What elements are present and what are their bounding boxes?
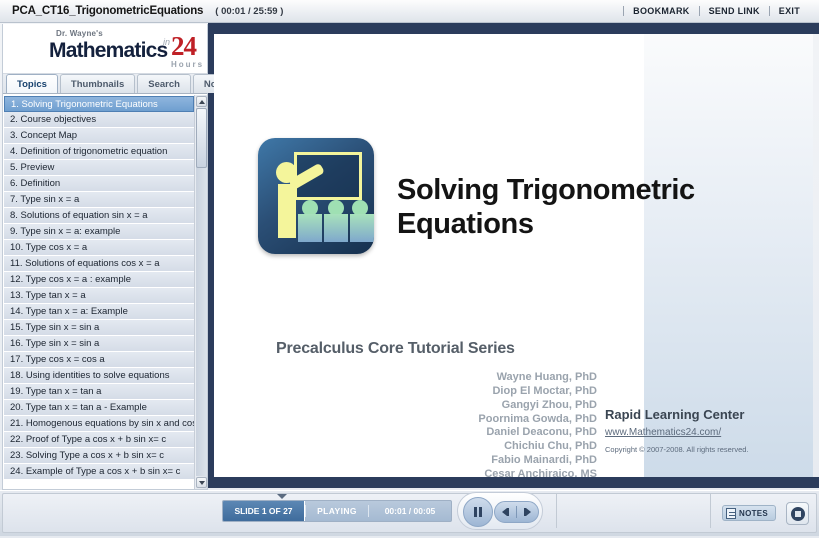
topic-list[interactable]: 1. Solving Trigonometric Equations 2. Cou…: [3, 95, 194, 489]
tab-search[interactable]: Search: [137, 74, 191, 93]
slide-canvas: Solving Trigonometric Equations Precalcu…: [214, 34, 813, 477]
logo-in-word: in: [163, 37, 171, 47]
fullscreen-icon: [790, 506, 805, 521]
topic-item[interactable]: 18. Using identities to solve equations: [4, 368, 194, 384]
step-back-button[interactable]: [495, 502, 516, 522]
topic-item[interactable]: 8. Solutions of equation sin x = a: [4, 208, 194, 224]
player-window: PCA_CT16_TrigonometricEquations ( 00:01 …: [0, 0, 819, 538]
scroll-up-button[interactable]: [196, 96, 207, 107]
progress-marker-icon: [277, 494, 287, 499]
author-name: Cesar Anchiraico, MS: [484, 468, 597, 477]
slide-time: 00:01 / 00:05: [384, 506, 436, 516]
topic-item[interactable]: 2. Course objectives: [4, 112, 194, 128]
topic-item[interactable]: 1. Solving Trigonometric Equations: [4, 96, 194, 112]
author-name: Chichiu Chu, PhD: [504, 440, 597, 453]
logo-title: Mathematics: [49, 39, 168, 62]
student-body-icon: [350, 214, 374, 242]
fullscreen-button[interactable]: [786, 502, 809, 525]
topic-item[interactable]: 3. Concept Map: [4, 128, 194, 144]
logo-number: 24: [171, 31, 197, 61]
topic-item[interactable]: 24. Example of Type a cos x + b sin x= c: [4, 464, 194, 480]
panel-tabs: Topics Thumbnails Search Notes: [3, 74, 242, 94]
topic-item[interactable]: 5. Preview: [4, 160, 194, 176]
classroom-icon: [258, 138, 374, 254]
teacher-body-icon: [278, 184, 296, 238]
topic-item[interactable]: 10. Type cos x = a: [4, 240, 194, 256]
toolbar-divider: [556, 494, 557, 528]
author-name: Gangyi Zhou, PhD: [501, 398, 597, 411]
title-bar: PCA_CT16_TrigonometricEquations ( 00:01 …: [0, 0, 819, 23]
topic-item[interactable]: 7. Type sin x = a: [4, 192, 194, 208]
topic-item[interactable]: 19. Type tan x = tan a: [4, 384, 194, 400]
author-list: Wayne Huang, PhD Diop El Moctar, PhD Gangy…: [414, 371, 597, 477]
topic-item[interactable]: 9. Type sin x = a: example: [4, 224, 194, 240]
navigation-panel: Dr. Wayne's Mathematics in 24 Hours Topi…: [2, 24, 242, 490]
title-bar-left: PCA_CT16_TrigonometricEquations ( 00:01 …: [0, 5, 283, 17]
author-name: Fabio Mainardi, PhD: [491, 454, 597, 467]
playback-status-bar: SLIDE 1 OF 27 PLAYING 00:01 / 00:05: [222, 500, 452, 522]
logo-hours: Hours: [171, 60, 205, 69]
scrollbar-thumb[interactable]: [196, 108, 207, 168]
slide-frame-bottom: [208, 477, 819, 488]
topic-item[interactable]: 23. Solving Type a cos x + b sin x= c: [4, 448, 194, 464]
chevron-up-icon: [198, 99, 205, 104]
publisher-name: Rapid Learning Center: [605, 407, 745, 422]
topic-list-container: 1. Solving Trigonometric Equations 2. Cou…: [3, 94, 207, 489]
notes-button[interactable]: NOTES: [722, 505, 776, 521]
topic-item[interactable]: 20. Type tan x = tan a - Example: [4, 400, 194, 416]
step-forward-icon: [526, 508, 531, 516]
topic-item[interactable]: 4. Definition of trigonometric equation: [4, 144, 194, 160]
document-icon: [726, 507, 736, 519]
slide-frame-top: [208, 23, 819, 34]
author-name: Wayne Huang, PhD: [496, 371, 597, 383]
bookmark-link[interactable]: BOOKMARK: [624, 6, 698, 16]
chevron-down-icon: [198, 480, 205, 485]
topic-item[interactable]: 16. Type sin x = sin a: [4, 336, 194, 352]
course-elapsed-time: ( 00:01 / 25:59 ): [215, 6, 284, 17]
slide-subtitle: Precalculus Core Tutorial Series: [276, 340, 515, 357]
tab-topics[interactable]: Topics: [6, 74, 58, 93]
send-link-link[interactable]: SEND LINK: [700, 6, 769, 16]
toolbar-divider: [710, 494, 711, 528]
pause-icon: [474, 507, 482, 517]
topic-item[interactable]: 12. Type cos x = a : example: [4, 272, 194, 288]
topic-item[interactable]: 21. Homogenous equations by sin x and co…: [4, 416, 194, 432]
scrollbar-track[interactable]: [196, 108, 207, 476]
topic-scrollbar[interactable]: [194, 95, 207, 489]
step-back-bar-icon: [507, 508, 509, 516]
logo-pretitle: Dr. Wayne's: [56, 29, 103, 38]
slide-counter: SLIDE 1 OF 27: [223, 501, 305, 521]
scroll-down-button[interactable]: [196, 477, 207, 488]
tab-thumbnails[interactable]: Thumbnails: [59, 74, 136, 93]
topic-item[interactable]: 11. Solutions of equations cos x = a: [4, 256, 194, 272]
slide-title: Solving Trigonometric Equations: [397, 174, 695, 240]
publisher-website-link[interactable]: www.Mathematics24.com/: [605, 427, 800, 438]
topic-item[interactable]: 15. Type sin x = sin a: [4, 320, 194, 336]
exit-link[interactable]: EXIT: [770, 6, 809, 16]
transport-controls: [457, 492, 543, 530]
topic-item[interactable]: 17. Type cos x = cos a: [4, 352, 194, 368]
topic-item[interactable]: 13. Type tan x = a: [4, 288, 194, 304]
pause-button[interactable]: [463, 497, 493, 527]
topic-item[interactable]: 6. Definition: [4, 176, 194, 192]
brand-logo: Dr. Wayne's Mathematics in 24 Hours: [3, 24, 207, 74]
copyright-text: Copyright © 2007-2008. All rights reserv…: [605, 445, 749, 454]
course-title: PCA_CT16_TrigonometricEquations: [12, 5, 204, 17]
student-body-icon: [298, 214, 322, 242]
notes-button-label: NOTES: [739, 508, 769, 518]
topic-item[interactable]: 22. Proof of Type a cos x + b sin x= c: [4, 432, 194, 448]
student-body-icon: [324, 214, 348, 242]
author-name: Diop El Moctar, PhD: [492, 384, 597, 397]
author-name: Daniel Deaconu, PhD: [486, 426, 597, 439]
step-controls: [494, 501, 539, 523]
topic-item[interactable]: 14. Type tan x = a: Example: [4, 304, 194, 320]
title-bar-actions: BOOKMARK SEND LINK EXIT: [623, 6, 819, 16]
author-name: Poornima Gowda, PhD: [478, 412, 597, 425]
step-forward-button[interactable]: [517, 502, 538, 522]
playback-state: PLAYING: [317, 506, 357, 516]
publisher-block: Rapid Learning Center www.Mathematics24.…: [605, 407, 800, 454]
